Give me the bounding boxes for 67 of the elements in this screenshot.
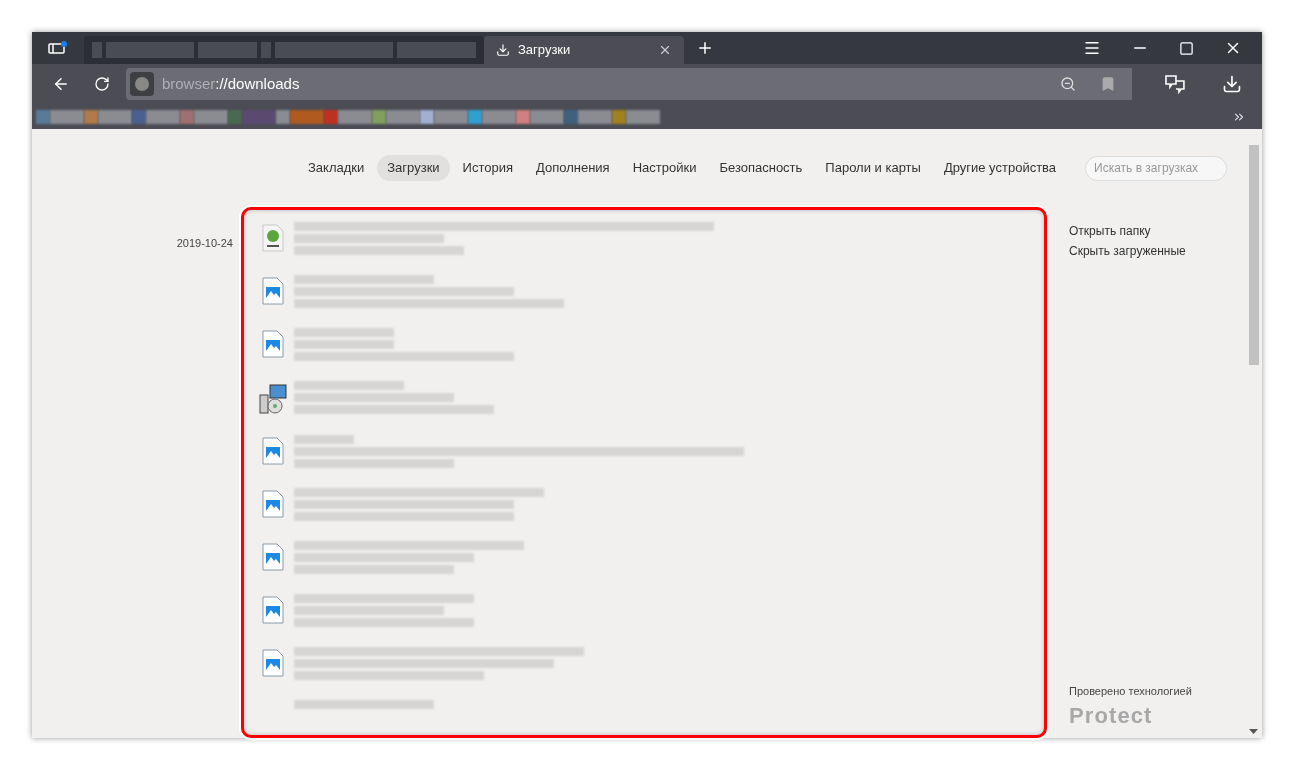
browser-logo-icon (129, 72, 154, 96)
close-tab-icon[interactable] (658, 43, 672, 57)
image-file-icon (262, 277, 284, 305)
scrollbar-thumb[interactable] (1248, 145, 1259, 365)
menu-icon[interactable] (1083, 39, 1101, 57)
blurred-bookmark[interactable] (276, 109, 290, 124)
download-icon (496, 43, 510, 57)
address-bar[interactable]: browser://downloads (125, 68, 1133, 100)
download-date: 2019-10-24 (176, 237, 233, 249)
image-file-icon (262, 596, 284, 624)
blurred-bookmark[interactable] (98, 109, 132, 124)
protect-note: Проверено технологией (1069, 683, 1193, 699)
blurred-bookmark[interactable] (242, 109, 276, 124)
action-link[interactable]: Скрыть загруженные (1069, 241, 1245, 261)
blurred-bookmark[interactable] (132, 109, 146, 124)
blurred-bookmark[interactable] (482, 109, 516, 124)
tab-title: Загрузки (518, 41, 572, 60)
protect-brand: Protect (1069, 702, 1154, 730)
blurred-bookmark[interactable] (612, 109, 626, 124)
blurred-bookmark[interactable] (146, 109, 180, 124)
sidebar-icon[interactable] (48, 40, 68, 56)
back-icon[interactable] (52, 75, 70, 93)
blurred-bookmark[interactable] (194, 109, 228, 124)
blurred-bookmark[interactable] (290, 109, 324, 124)
blurred-bookmark[interactable] (372, 109, 386, 124)
image-file-icon (262, 437, 284, 465)
blurred-bookmark[interactable] (50, 109, 84, 124)
nav-tab[interactable]: Настройки (622, 155, 707, 181)
nav-tab[interactable]: Дополнения (526, 155, 620, 181)
nav-tab[interactable]: Загрузки (377, 155, 450, 181)
blurred-bookmark[interactable] (338, 109, 372, 124)
blurred-bookmark[interactable] (386, 109, 420, 124)
action-link[interactable]: Открыть папку (1069, 221, 1245, 241)
address-text: browser://downloads (161, 73, 301, 94)
torrent-file-icon (262, 224, 284, 252)
new-tab-icon[interactable] (696, 39, 714, 57)
reload-icon[interactable] (93, 76, 110, 92)
nav-tab[interactable]: Пароли и карты (815, 155, 931, 181)
blurred-bookmark[interactable] (564, 109, 578, 124)
search-field[interactable]: Искать в загрузках (1085, 155, 1227, 181)
nav-tab[interactable]: Закладки (298, 155, 375, 181)
zoom-out-icon[interactable] (1060, 76, 1077, 92)
browser-tab[interactable]: Загрузки (484, 36, 684, 64)
scroll-down-icon[interactable] (1249, 729, 1258, 734)
blurred-bookmark[interactable] (516, 109, 530, 124)
blurred-bookmark[interactable] (626, 109, 660, 124)
blurred-bookmark[interactable] (36, 109, 50, 124)
maximize-icon[interactable] (1179, 40, 1194, 56)
nav-tab[interactable]: Безопасность (709, 155, 813, 181)
image-file-icon (262, 649, 284, 677)
blurred-bookmark[interactable] (84, 109, 98, 124)
blurred-bookmark[interactable] (324, 109, 338, 124)
blurred-bookmark[interactable] (434, 109, 468, 124)
blurred-bookmark[interactable] (228, 109, 242, 124)
blurred-bookmark[interactable] (530, 109, 564, 124)
downloads-icon[interactable] (1222, 74, 1242, 94)
blurred-bookmark[interactable] (180, 109, 194, 124)
image-file-icon (262, 543, 284, 571)
nav-tab[interactable]: История (452, 155, 523, 181)
blurred-bookmark[interactable] (420, 109, 434, 124)
blurred-bookmark[interactable] (468, 109, 482, 124)
nav-tab[interactable]: Другие устройства (933, 155, 1067, 181)
image-file-icon (262, 490, 284, 518)
blurred-bookmark[interactable] (578, 109, 612, 124)
installer-icon (258, 383, 288, 415)
chat-icon[interactable] (1164, 73, 1187, 95)
image-file-icon (262, 330, 284, 358)
